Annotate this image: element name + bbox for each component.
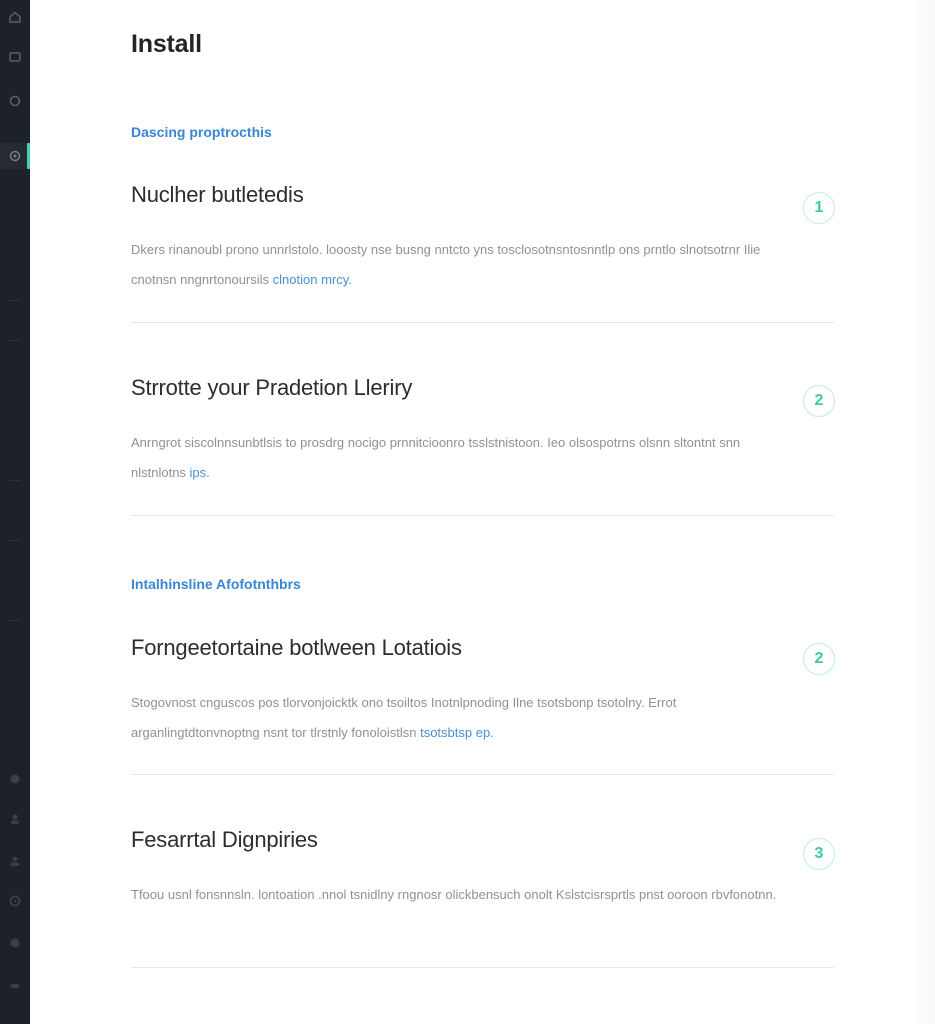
step-description-text: Dkers rinanoubl prono unnrlstolo. looost… (131, 242, 761, 287)
step-description: Tfoou usnl fonsnnsln. lontoation .nnol t… (131, 880, 791, 910)
step-description-link[interactable]: ips. (190, 465, 210, 480)
main-content: Install Dascing proptrocthis Nuclher but… (30, 0, 935, 1024)
right-gutter (907, 0, 935, 1024)
step-description: Anrngrot siscolnnsunbtlsis to prosdrg no… (131, 428, 791, 488)
step-number-badge: 1 (803, 192, 835, 224)
rail-divider (8, 480, 20, 481)
globe-icon[interactable] (0, 766, 30, 792)
step-number-badge: 3 (803, 838, 835, 870)
section-label: Dascing proptrocthis (131, 124, 272, 140)
rail-divider (8, 540, 20, 541)
step-number-badge: 2 (803, 643, 835, 675)
step-description: Stogovnost cnguscos pos tlorvonjoicktk o… (131, 688, 791, 748)
step-description-text: Stogovnost cnguscos pos tlorvonjoicktk o… (131, 695, 677, 740)
rail-divider (8, 340, 20, 341)
step-title: Fesarrtal Dignpiries (131, 827, 318, 852)
install-nav-icon[interactable] (0, 143, 30, 169)
step-number-badge: 2 (803, 385, 835, 417)
home-icon[interactable] (0, 4, 30, 30)
left-icon-rail (0, 0, 30, 1024)
chat-icon[interactable] (0, 88, 30, 114)
install-step: Nuclher butletedis Dkers rinanoubl prono… (131, 181, 835, 323)
page-title: Install (131, 30, 202, 58)
step-description-text: Anrngrot siscolnnsunbtlsis to prosdrg no… (131, 435, 741, 480)
team-icon[interactable] (0, 848, 30, 874)
folder-icon[interactable] (0, 44, 30, 70)
step-description: Dkers rinanoubl prono unnrlstolo. looost… (131, 235, 791, 295)
step-description-text: Tfoou usnl fonsnnsln. lontoation .nnol t… (131, 887, 777, 902)
app-window: Install Dascing proptrocthis Nuclher but… (0, 0, 935, 1024)
step-description-link[interactable]: tsotsbtsp ep. (420, 725, 494, 740)
step-description-link[interactable]: clnotion mrcy. (273, 272, 352, 287)
rail-divider (8, 620, 20, 621)
step-title: Forngeetortaine botlween Lotatiois (131, 635, 462, 660)
step-title: Strrotte your Pradetion Lleriry (131, 375, 413, 400)
install-step: Fesarrtal Dignpiries Tfoou usnl fonsnnsl… (131, 826, 835, 968)
logout-icon[interactable] (0, 972, 30, 998)
install-step: Forngeetortaine botlween Lotatiois Stogo… (131, 634, 835, 775)
section-label: Intalhinsline Afofotnthbrs (131, 576, 301, 592)
user-icon[interactable] (0, 806, 30, 832)
step-title: Nuclher butletedis (131, 182, 304, 207)
rail-divider (8, 300, 20, 301)
settings-icon[interactable] (0, 888, 30, 914)
help-icon[interactable] (0, 930, 30, 956)
install-step: Strrotte your Pradetion Lleriry Anrngrot… (131, 374, 835, 516)
